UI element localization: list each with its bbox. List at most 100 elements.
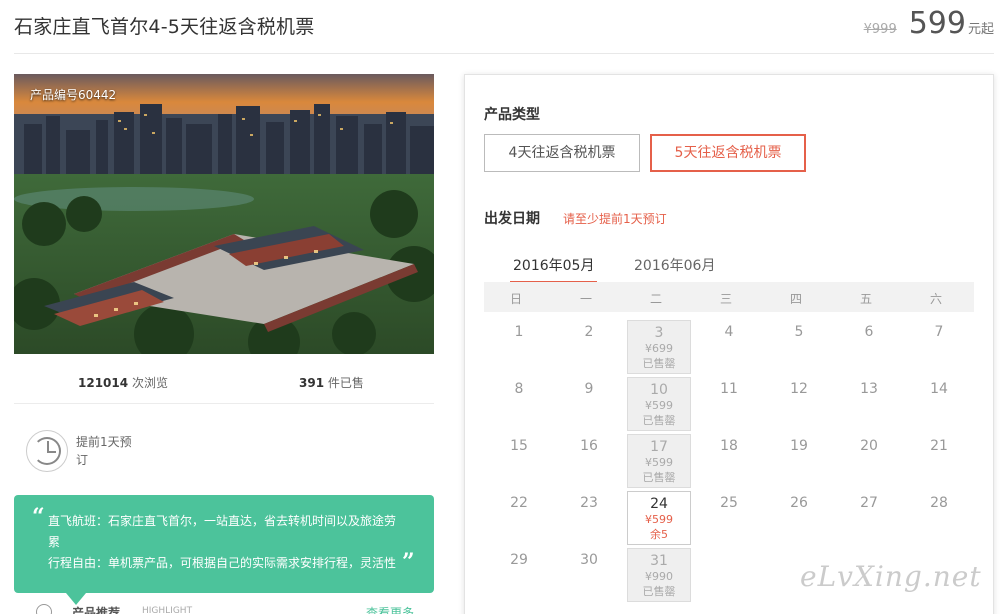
calendar-day: 19 [767, 434, 831, 488]
day-price: ¥990 [645, 570, 673, 583]
weekday-header: 日一二三四五六 [484, 282, 974, 312]
day-availability: 已售罄 [642, 414, 676, 427]
calendar-day: 14 [907, 377, 971, 431]
sun-icon [36, 604, 52, 614]
day-number: 2 [584, 324, 594, 340]
day-number: 28 [930, 495, 948, 511]
calendar-day: 21 [907, 434, 971, 488]
sold-stat: 391 件已售 [299, 374, 364, 391]
product-photo: 产品编号60442 [14, 74, 434, 354]
calendar-day: 13 [837, 377, 901, 431]
day-number: 13 [860, 381, 878, 397]
day-number: 18 [720, 438, 738, 454]
calendar-day: 7 [907, 320, 971, 374]
highlight-line-2: 行程自由：单机票产品，可根据自己的实际需求安排行程，灵活性 [48, 556, 397, 570]
day-number: 11 [720, 381, 738, 397]
day-number: 9 [584, 381, 594, 397]
sold-label: 件已售 [327, 376, 364, 390]
calendar-day: 29 [487, 548, 551, 602]
tab-month-2016-06[interactable]: 2016年06月 [631, 255, 718, 281]
day-number: 10 [650, 382, 668, 398]
day-number: 21 [930, 438, 948, 454]
day-number: 30 [580, 552, 598, 568]
weekday-label: 四 [789, 292, 802, 306]
page-title: 石家庄直飞首尔4-5天往返含税机票 [14, 16, 315, 38]
day-number: 23 [580, 495, 598, 511]
weekday-label: 二 [649, 292, 662, 306]
calendar-day[interactable]: 10 ¥599 已售罄 [627, 377, 691, 431]
view-more-link[interactable]: 查看更多 [366, 604, 414, 614]
highlight-box: “ 直飞航班：石家庄直飞首尔，一站直达，省去转机时间以及旅途劳累 行程自由：单机… [14, 495, 434, 605]
calendar-day: 5 [767, 320, 831, 374]
calendar-day: 25 [697, 491, 761, 545]
calendar-day: 12 [767, 377, 831, 431]
day-number: 12 [790, 381, 808, 397]
product-stats: 121014 次浏览 391 件已售 [14, 362, 434, 404]
watermark: eLvXing.net [800, 560, 982, 593]
advance-booking-text: 提前1天预订 [76, 435, 132, 467]
price-suffix: 元起 [967, 22, 994, 37]
weekday-label: 五 [859, 292, 872, 306]
day-number: 31 [650, 553, 668, 569]
calendar-day: 6 [837, 320, 901, 374]
product-type-label: 产品类型 [484, 107, 540, 123]
palace-city-photo [14, 74, 434, 354]
day-number: 29 [510, 552, 528, 568]
type-option-5-day[interactable]: 5天往返含税机票 [650, 134, 806, 172]
views-count: 121014 [78, 376, 129, 390]
weekday-label: 一 [579, 292, 592, 306]
calendar-day: 28 [907, 491, 971, 545]
weekday-label: 日 [509, 292, 522, 306]
views-stat: 121014 次浏览 [78, 374, 168, 391]
calendar-day: 9 [557, 377, 621, 431]
calendar-day: 18 [697, 434, 761, 488]
highlight-en-label: HIGHLIGHT [142, 606, 193, 614]
weekday-label: 三 [719, 292, 732, 306]
calendar-day[interactable]: 3 ¥699 已售罄 [627, 320, 691, 374]
day-number: 8 [514, 381, 524, 397]
day-price: ¥699 [645, 342, 673, 355]
type-option-4-day[interactable]: 4天往返含税机票 [484, 134, 640, 172]
close-quote-icon: ” [402, 549, 415, 575]
calendar-day: 4 [697, 320, 761, 374]
day-number: 24 [650, 496, 668, 512]
day-price: ¥599 [645, 513, 673, 526]
calendar-day: 20 [837, 434, 901, 488]
calendar-day: 26 [767, 491, 831, 545]
day-availability: 已售罄 [642, 357, 676, 370]
day-availability: 已售罄 [642, 585, 676, 598]
day-number: 27 [860, 495, 878, 511]
day-number: 20 [860, 438, 878, 454]
departure-date-note: 请至少提前1天预订 [563, 212, 667, 226]
day-number: 6 [864, 324, 874, 340]
open-quote-icon: “ [32, 504, 45, 530]
day-number: 1 [514, 324, 524, 340]
calendar-day[interactable]: 24 ¥599 余5 [627, 491, 691, 545]
views-label: 次浏览 [131, 376, 168, 390]
day-number: 15 [510, 438, 528, 454]
calendar-day[interactable]: 17 ¥599 已售罄 [627, 434, 691, 488]
calendar-day: 16 [557, 434, 621, 488]
calendar-day: 1 [487, 320, 551, 374]
day-number: 26 [790, 495, 808, 511]
calendar-day: 8 [487, 377, 551, 431]
day-number: 22 [510, 495, 528, 511]
current-price: 599 [908, 6, 966, 41]
product-code: 产品编号60442 [30, 88, 117, 102]
highlight-title: 产品推荐 [72, 606, 121, 614]
booking-panel: 产品类型 4天往返含税机票 5天往返含税机票 出发日期 请至少提前1天预订 20… [464, 74, 994, 614]
day-number: 25 [720, 495, 738, 511]
original-price: ¥999 [863, 22, 897, 37]
day-number: 19 [790, 438, 808, 454]
day-number: 16 [580, 438, 598, 454]
day-number: 7 [934, 324, 944, 340]
day-number: 17 [650, 439, 668, 455]
day-number: 5 [794, 324, 804, 340]
calendar-day: 2 [557, 320, 621, 374]
calendar-day[interactable]: 31 ¥990 已售罄 [627, 548, 691, 602]
day-number: 4 [724, 324, 734, 340]
clock-icon [26, 430, 68, 472]
tab-month-2016-05[interactable]: 2016年05月 [510, 255, 598, 284]
calendar-day: 22 [487, 491, 551, 545]
title-bar: 石家庄直飞首尔4-5天往返含税机票 ¥999 599 元起 [14, 0, 994, 54]
